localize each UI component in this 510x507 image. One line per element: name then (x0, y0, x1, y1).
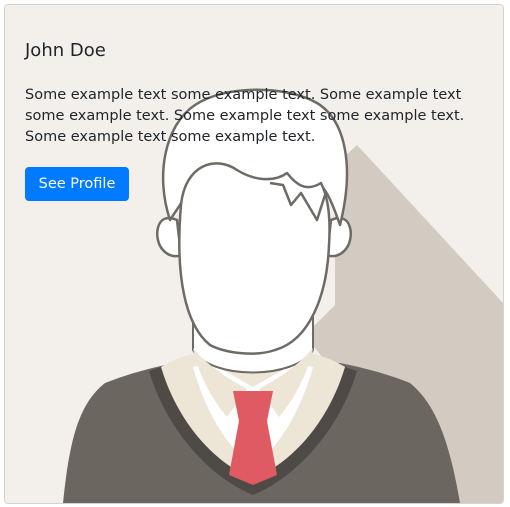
card-text: Some example text some example text. Som… (25, 87, 465, 145)
see-profile-button[interactable]: See Profile (25, 167, 129, 201)
profile-card: John Doe Some example text some example … (4, 4, 504, 504)
card-body: John Doe Some example text some example … (5, 5, 503, 503)
card-title: John Doe (25, 40, 106, 61)
